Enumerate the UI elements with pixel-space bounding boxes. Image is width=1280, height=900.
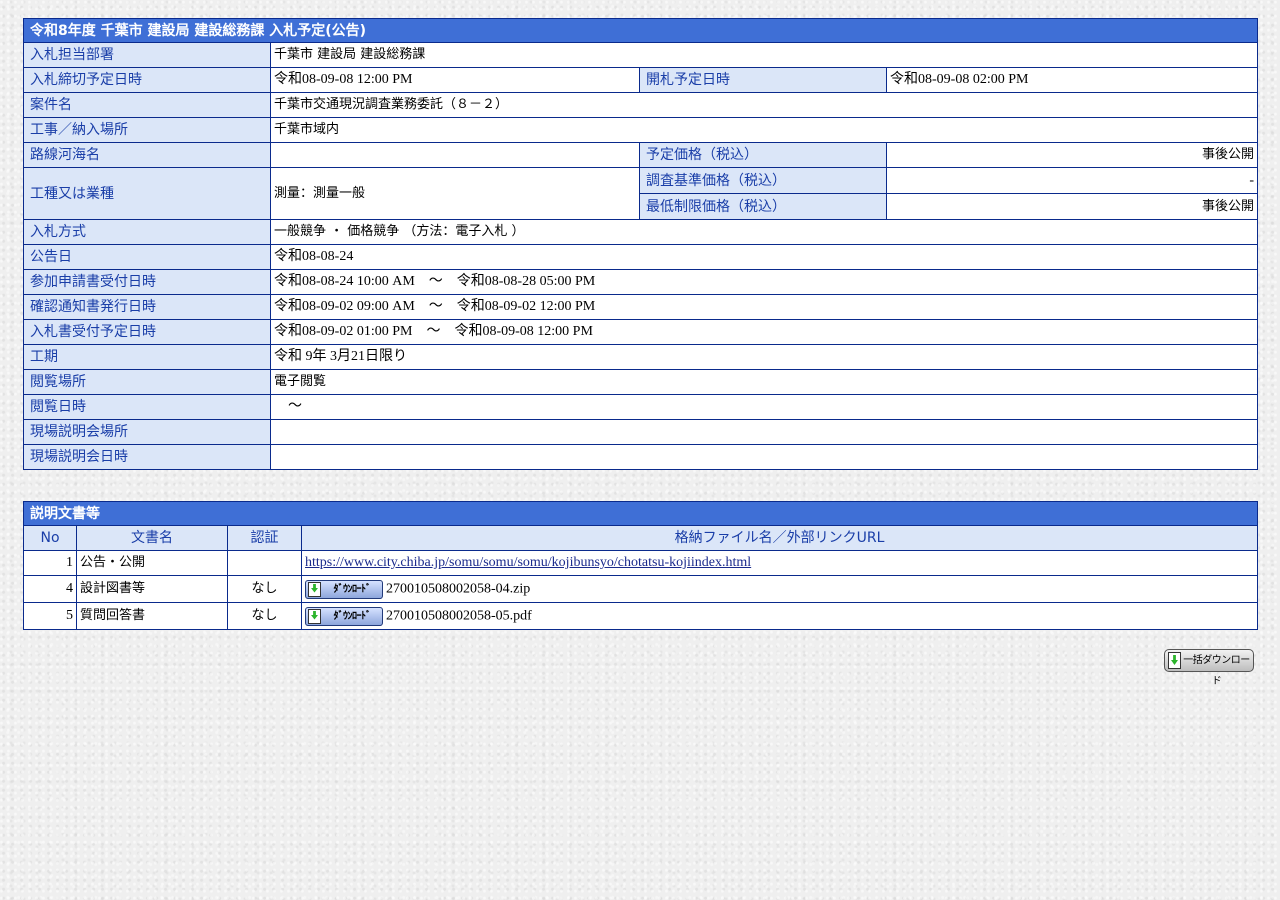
external-link[interactable]: https://www.city.chiba.jp/somu/somu/somu…: [305, 555, 751, 570]
announce-label: 公告日: [23, 244, 271, 270]
work-type-label: 工種又は業種: [23, 167, 271, 220]
file-name: 270010508002058-04.zip: [386, 581, 531, 596]
table-row: 4 設計図書等 なし ﾀﾞｳﾝﾛｰﾄﾞ 270010508002058-04.z…: [23, 575, 1258, 603]
col-header-name: 文書名: [76, 525, 228, 551]
viewing-time-label: 閲覧日時: [23, 394, 271, 420]
planned-price-label: 予定価格（税込）: [639, 142, 887, 168]
bid-accept-value: 令和08-09-02 01:00 PM ～ 令和08-09-08 12:00 P…: [269, 319, 1259, 345]
route-value: [270, 142, 640, 168]
opening-value: 令和08-09-08 02:00 PM: [885, 67, 1259, 93]
site-place-label: 現場説明会場所: [23, 419, 271, 445]
doc-auth: なし: [227, 602, 302, 630]
file-name: 270010508002058-05.pdf: [386, 608, 532, 623]
col-header-no: No: [23, 525, 77, 551]
method-label: 入札方式: [23, 219, 271, 245]
doc-name: 公告・公開: [76, 550, 228, 576]
survey-price-label: 調査基準価格（税込）: [639, 167, 887, 194]
work-type-value: 測量：測量一般: [270, 167, 640, 220]
viewing-place-value: 電子閲覧: [269, 369, 1259, 395]
bulk-download-button[interactable]: 一括ダウンロード: [1164, 649, 1254, 687]
application-label: 参加申請書受付日時: [23, 269, 271, 295]
download-button-label: ﾀﾞｳﾝﾛｰﾄﾞ: [333, 583, 372, 595]
application-value: 令和08-08-24 10:00 AM ～ 令和08-08-28 05:00 P…: [269, 269, 1259, 295]
deadline-label: 入札締切予定日時: [23, 67, 271, 93]
doc-auth: なし: [227, 575, 302, 603]
download-button[interactable]: ﾀﾞｳﾝﾛｰﾄﾞ: [305, 606, 383, 626]
place-value: 千葉市域内: [269, 117, 1259, 143]
survey-price-value: -: [885, 167, 1259, 194]
case-value: 千葉市交通現況調査業務委託（８－２）: [269, 92, 1259, 118]
opening-label: 開札予定日時: [639, 67, 887, 93]
route-label: 路線河海名: [23, 142, 271, 168]
doc-file-cell: ﾀﾞｳﾝﾛｰﾄﾞ 270010508002058-04.zip: [301, 575, 1258, 603]
viewing-time-value: ～: [269, 394, 1259, 420]
bulk-download-label: 一括ダウンロード: [1183, 655, 1250, 687]
doc-no: 1: [23, 550, 77, 576]
planned-price-value: 事後公開: [885, 142, 1259, 168]
dept-value: 千葉市 建設局 建設総務課: [269, 42, 1259, 68]
download-icon: [308, 608, 321, 624]
download-icon: [1168, 652, 1181, 669]
docs-title: 説明文書等: [23, 501, 1258, 526]
table-row: 1 公告・公開 https://www.city.chiba.jp/somu/s…: [23, 550, 1258, 576]
doc-no: 4: [23, 575, 77, 603]
col-header-auth: 認証: [227, 525, 302, 551]
doc-file-cell: ﾀﾞｳﾝﾛｰﾄﾞ 270010508002058-05.pdf: [301, 602, 1258, 630]
doc-auth: [227, 550, 302, 576]
bid-accept-label: 入札書受付予定日時: [23, 319, 271, 345]
doc-no: 5: [23, 602, 77, 630]
download-button[interactable]: ﾀﾞｳﾝﾛｰﾄﾞ: [305, 579, 383, 599]
docs-table: 説明文書等 No 文書名 認証 格納ファイル名／外部リンクURL 1 公告・公開…: [23, 501, 1258, 630]
table-row: 5 質問回答書 なし ﾀﾞｳﾝﾛｰﾄﾞ 270010508002058-05.p…: [23, 602, 1258, 630]
site-time-label: 現場説明会日時: [23, 444, 271, 470]
site-place-value: [269, 419, 1259, 445]
download-icon: [308, 581, 321, 597]
place-label: 工事／納入場所: [23, 117, 271, 143]
case-label: 案件名: [23, 92, 271, 118]
period-label: 工期: [23, 344, 271, 370]
announce-value: 令和08-08-24: [269, 244, 1259, 270]
doc-name: 質問回答書: [76, 602, 228, 630]
confirm-value: 令和08-09-02 09:00 AM ～ 令和08-09-02 12:00 P…: [269, 294, 1259, 320]
doc-name: 設計図書等: [76, 575, 228, 603]
col-header-file: 格納ファイル名／外部リンクURL: [301, 525, 1258, 551]
site-time-value: [269, 444, 1259, 470]
dept-label: 入札担当部署: [23, 42, 271, 68]
period-value: 令和 9年 3月21日限り: [269, 344, 1259, 370]
download-button-label: ﾀﾞｳﾝﾛｰﾄﾞ: [333, 610, 372, 622]
deadline-value: 令和08-09-08 12:00 PM: [270, 67, 640, 93]
notice-table: 令和8年度 千葉市 建設局 建設総務課 入札予定(公告) 入札担当部署 千葉市 …: [22, 18, 1259, 470]
doc-file-cell: https://www.city.chiba.jp/somu/somu/somu…: [301, 550, 1258, 576]
min-price-label: 最低制限価格（税込）: [639, 193, 887, 220]
min-price-value: 事後公開: [885, 193, 1259, 220]
notice-title: 令和8年度 千葉市 建設局 建設総務課 入札予定(公告): [22, 18, 1259, 43]
confirm-label: 確認通知書発行日時: [23, 294, 271, 320]
viewing-place-label: 閲覧場所: [23, 369, 271, 395]
method-value: 一般競争 ・ 価格競争 （方法：電子入札 ）: [269, 219, 1259, 245]
